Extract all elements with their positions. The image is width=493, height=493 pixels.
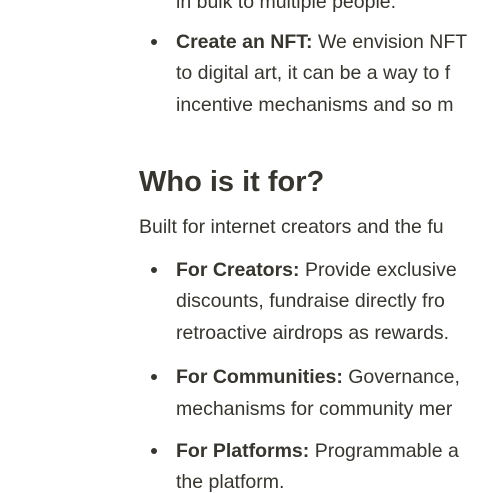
list-item-label: For Creators:	[176, 259, 300, 281]
document-page: in bulk to multiple people. Create an NF…	[0, 0, 493, 493]
list-item-text: retroactive airdrops as rewards.	[176, 322, 450, 344]
list-item-text: incentive mechanisms and so m	[176, 94, 454, 116]
intro-paragraph: Built for internet creators and the fu	[139, 216, 444, 238]
list-item-label: For Communities:	[176, 366, 343, 388]
bullet-dot	[151, 267, 157, 273]
bullet-dot	[151, 39, 157, 45]
section-heading: Who is it for?	[139, 166, 325, 198]
list-item-label: For Platforms:	[176, 440, 310, 462]
list-item-text: We envision NFT	[317, 31, 468, 53]
bullet-dot	[151, 448, 157, 454]
list-item-text: Provide exclusive	[304, 259, 457, 281]
list-item-text: to digital art, it can be a way to f	[176, 62, 451, 84]
list-item-text: mechanisms for community mer	[176, 398, 453, 420]
prev-item-tail-text: in bulk to multiple people.	[176, 0, 397, 13]
bullet-dot	[151, 374, 157, 380]
list-item-text: discounts, fundraise directly fro	[176, 290, 445, 312]
list-item-text: Governance,	[348, 366, 460, 388]
list-item-text: Programmable a	[314, 440, 459, 462]
list-item-label: Create an NFT:	[176, 31, 313, 53]
list-item-text: the platform.	[176, 471, 285, 493]
